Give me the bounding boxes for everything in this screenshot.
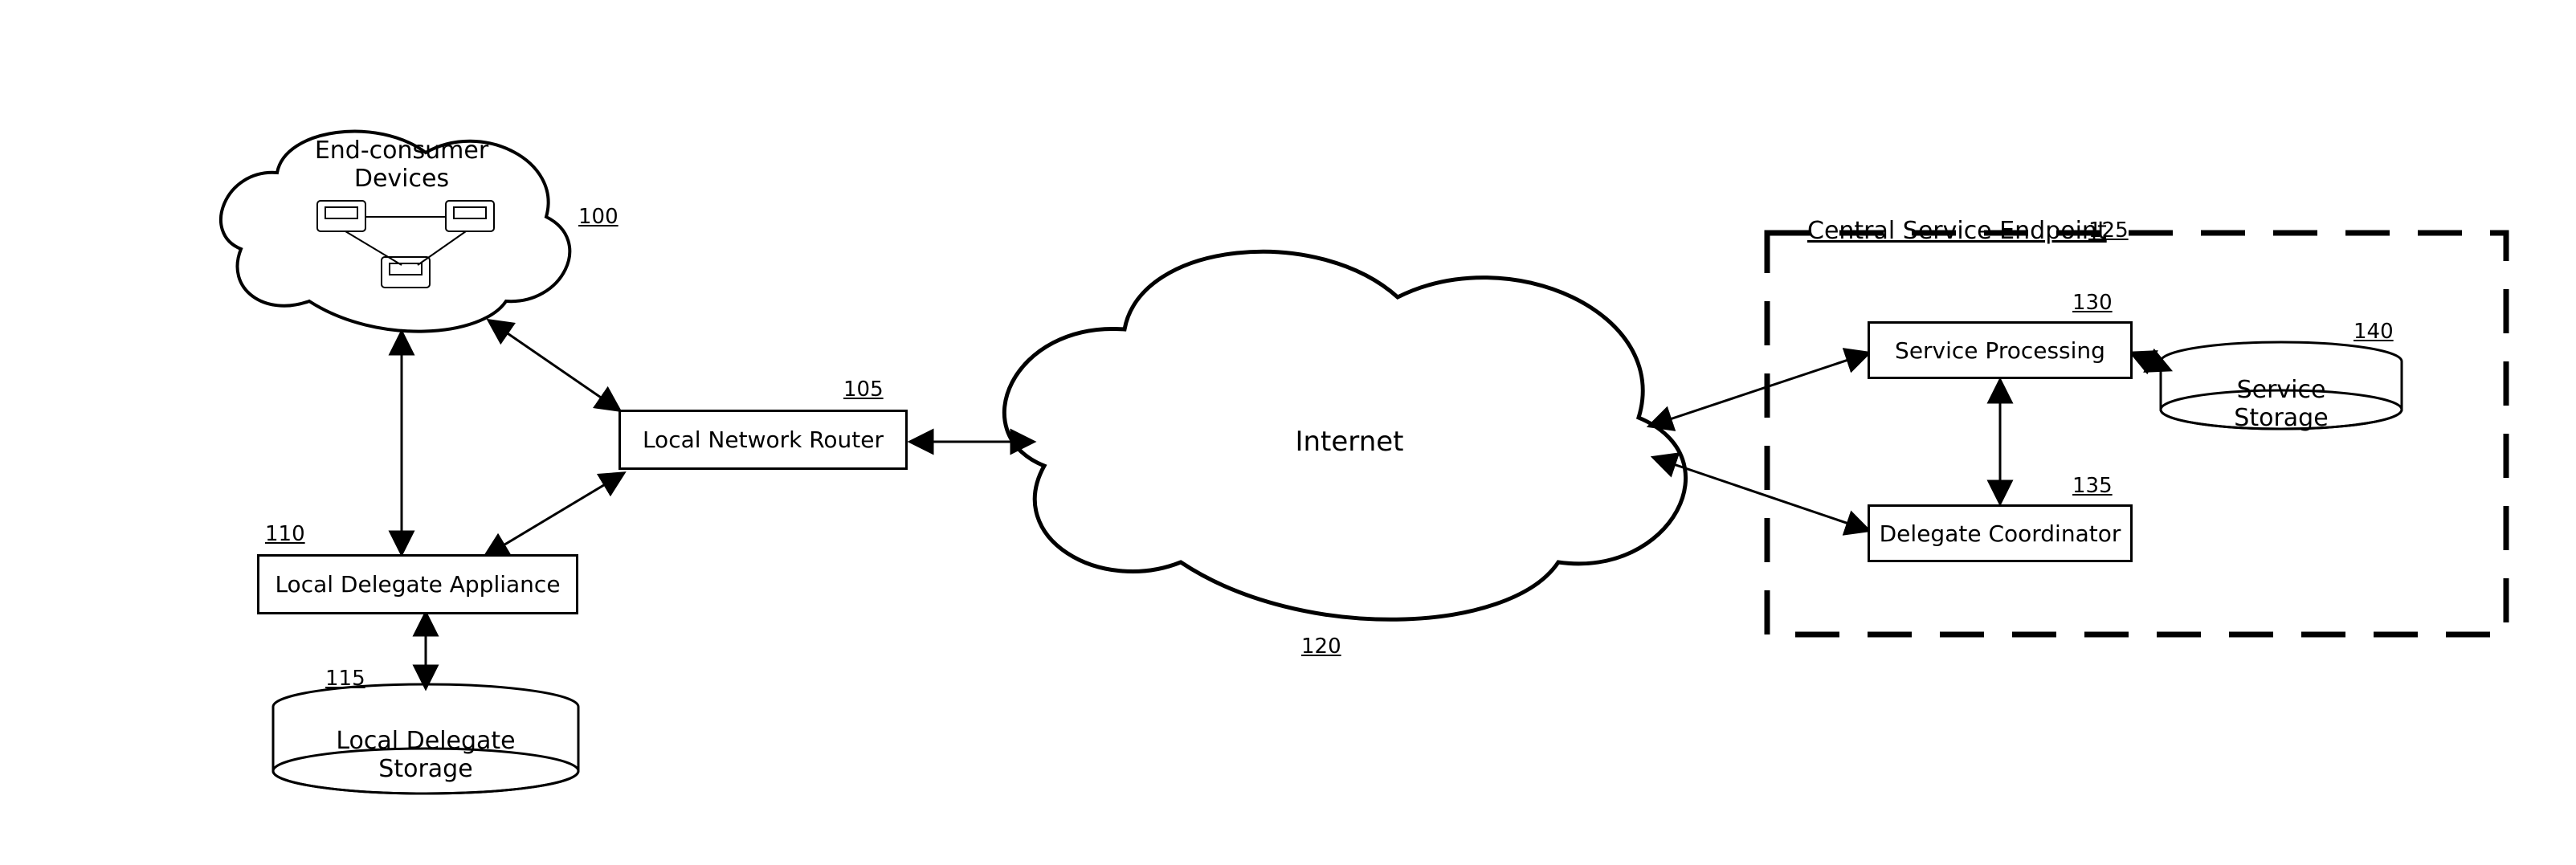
service-storage-label: Service Storage: [2197, 376, 2366, 432]
local-network-router-ref: 105: [843, 377, 884, 402]
delegate-coordinator-ref: 135: [2072, 474, 2113, 498]
local-network-router-box: Local Network Router: [618, 410, 908, 470]
local-delegate-storage-ref: 115: [325, 667, 365, 691]
service-processing-ref: 130: [2072, 291, 2113, 315]
end-consumer-devices-ref: 100: [578, 205, 618, 229]
central-service-endpoint-label: Central Service Endpoint: [1807, 217, 2107, 245]
end-consumer-devices-label: End-consumer Devices: [265, 137, 538, 193]
local-network-router-label: Local Network Router: [643, 426, 884, 453]
service-processing-label: Service Processing: [1895, 337, 2105, 364]
delegate-coordinator-label: Delegate Coordinator: [1880, 520, 2121, 547]
internet-ref: 120: [1301, 634, 1341, 659]
local-delegate-storage-label: Local Delegate Storage: [297, 727, 554, 783]
internet-label: Internet: [1269, 426, 1430, 458]
central-service-endpoint-box: [1767, 233, 2506, 634]
service-storage-ref: 140: [2354, 320, 2394, 344]
local-delegate-appliance-ref: 110: [265, 522, 305, 546]
service-processing-box: Service Processing: [1868, 321, 2133, 379]
local-delegate-appliance-box: Local Delegate Appliance: [257, 554, 578, 614]
delegate-coordinator-box: Delegate Coordinator: [1868, 504, 2133, 562]
central-service-endpoint-ref: 125: [2088, 218, 2129, 243]
local-delegate-appliance-label: Local Delegate Appliance: [275, 571, 560, 598]
